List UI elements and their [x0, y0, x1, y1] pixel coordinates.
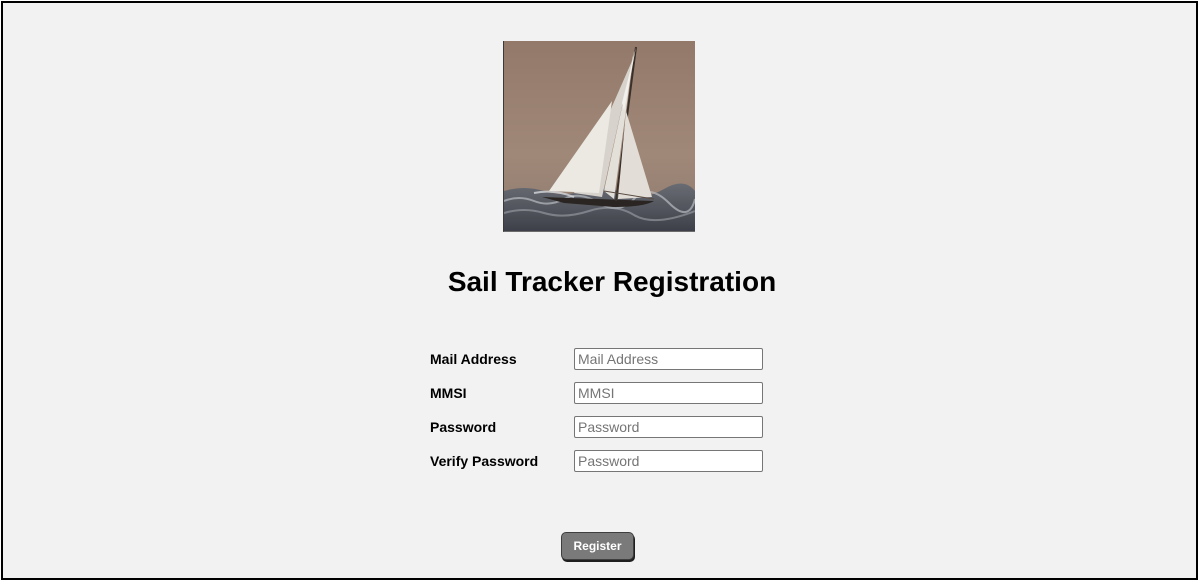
mail-address-input[interactable]	[574, 348, 763, 370]
register-button[interactable]: Register	[561, 532, 634, 560]
mmsi-input[interactable]	[574, 382, 763, 404]
page-title: Sail Tracker Registration	[447, 266, 777, 297]
verify-password-label: Verify Password	[430, 453, 539, 469]
verify-password-input[interactable]	[574, 450, 763, 472]
mmsi-label: MMSI	[430, 385, 467, 401]
mail-address-label: Mail Address	[430, 351, 517, 367]
sailboat-painting-icon	[503, 41, 695, 232]
password-input[interactable]	[574, 416, 763, 438]
password-label: Password	[430, 419, 497, 435]
